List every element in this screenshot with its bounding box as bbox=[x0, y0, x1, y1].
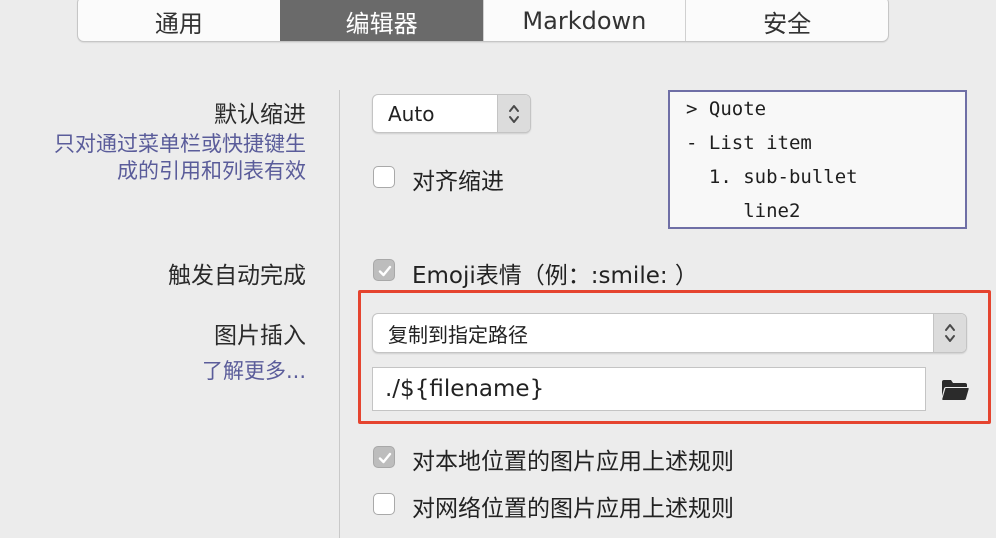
preview-line-line2: line2 bbox=[686, 200, 801, 222]
indent-note-line2: 成的引用和列表有效 bbox=[117, 159, 306, 183]
tab-bar: 通用 编辑器 Markdown 安全 bbox=[77, 0, 889, 42]
indent-note-line1: 只对通过菜单栏或快捷键生 bbox=[54, 132, 306, 156]
default-indent-label: 默认缩进 bbox=[214, 102, 306, 128]
preview-line-quote: > Quote bbox=[686, 98, 767, 120]
column-divider bbox=[339, 90, 340, 538]
checkmark-icon bbox=[378, 452, 392, 464]
image-path-input[interactable]: ./${filename} bbox=[372, 367, 926, 411]
autocomplete-label: 触发自动完成 bbox=[168, 263, 306, 289]
indent-select[interactable]: Auto bbox=[372, 94, 531, 133]
preview-line-sub: 1. sub-bullet bbox=[686, 166, 858, 188]
image-insert-label: 图片插入 bbox=[214, 323, 306, 349]
network-image-rule-checkbox[interactable] bbox=[373, 493, 395, 515]
image-insert-select[interactable]: 复制到指定路径 bbox=[372, 313, 967, 353]
preview-line-list: - List item bbox=[686, 132, 812, 154]
align-indent-checkbox[interactable] bbox=[373, 166, 395, 188]
indent-select-value: Auto bbox=[388, 101, 435, 126]
emoji-checkbox[interactable] bbox=[373, 259, 395, 281]
tab-markdown[interactable]: Markdown bbox=[482, 0, 686, 41]
align-indent-label: 对齐缩进 bbox=[412, 169, 504, 195]
tab-general[interactable]: 通用 bbox=[78, 0, 280, 41]
image-insert-select-value: 复制到指定路径 bbox=[388, 322, 528, 347]
indent-preview: > Quote - List item 1. sub-bullet line2 bbox=[668, 90, 967, 229]
up-down-chevron-icon bbox=[933, 314, 966, 352]
local-image-rule-label: 对本地位置的图片应用上述规则 bbox=[412, 449, 734, 475]
tab-editor[interactable]: 编辑器 bbox=[279, 0, 483, 41]
emoji-label: Emoji表情（例：:smile: ） bbox=[412, 263, 698, 289]
network-image-rule-label: 对网络位置的图片应用上述规则 bbox=[412, 496, 734, 522]
checkmark-icon bbox=[378, 265, 392, 277]
folder-icon[interactable] bbox=[941, 378, 969, 402]
learn-more-link[interactable]: 了解更多... bbox=[202, 358, 306, 385]
tab-security[interactable]: 安全 bbox=[685, 0, 888, 41]
local-image-rule-checkbox[interactable] bbox=[373, 446, 395, 468]
up-down-chevron-icon bbox=[497, 95, 530, 132]
